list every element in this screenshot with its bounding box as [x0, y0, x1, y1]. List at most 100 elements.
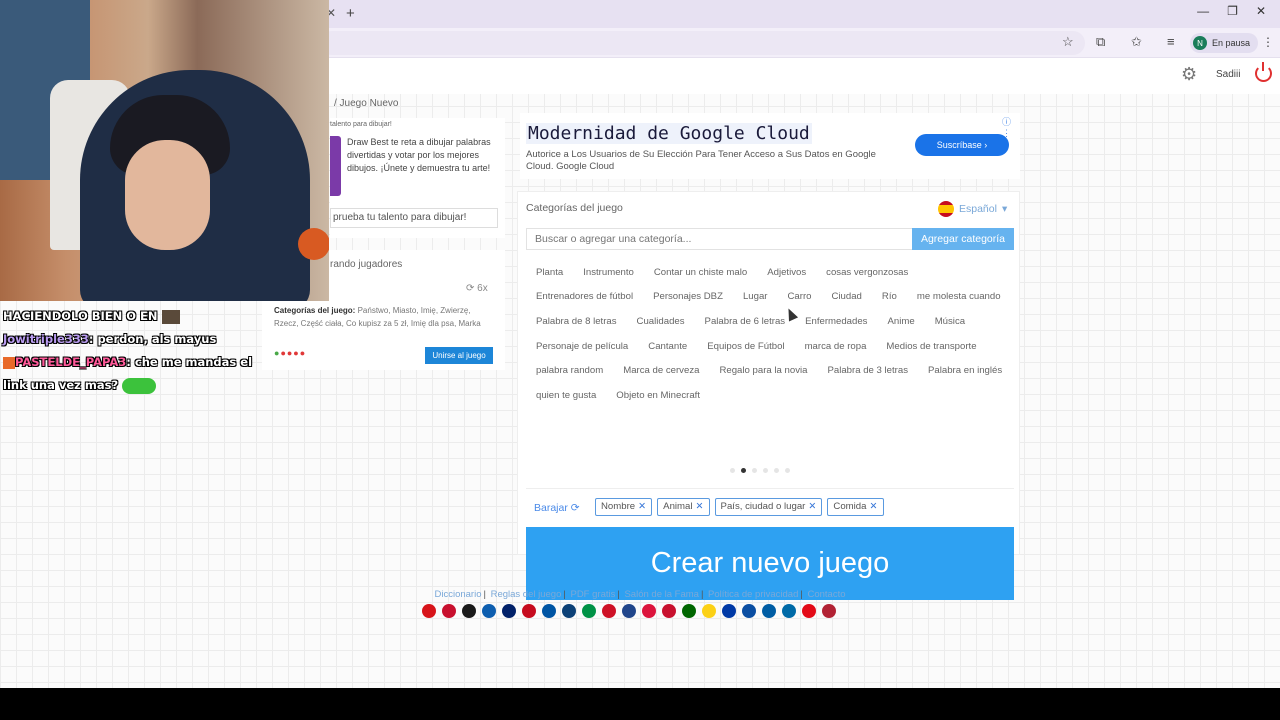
language-flag-icon[interactable]	[662, 604, 676, 618]
category-tag[interactable]: Palabra de 6 letras	[695, 316, 796, 327]
settings-gear-icon[interactable]: ⚙	[1181, 64, 1197, 85]
category-tag[interactable]: Palabra en inglés	[918, 365, 1012, 376]
category-tag[interactable]: Lugar	[733, 291, 778, 302]
ad-info-icon[interactable]: ⓘ ⋮	[1002, 115, 1020, 139]
join-game-button[interactable]: Unirse al juego	[425, 347, 493, 364]
pager-dot[interactable]	[785, 468, 790, 473]
chat-message: HACIENDOLO BIEN O EN	[3, 305, 253, 328]
category-tag[interactable]: palabra random	[526, 365, 613, 376]
language-flag-icon[interactable]	[602, 604, 616, 618]
category-tag[interactable]: Carro	[777, 291, 821, 302]
chat-message: Jowitriple333: perdon, als mayus	[3, 328, 253, 351]
footer-link-contact[interactable]: Contacto	[807, 589, 845, 600]
refresh-icon[interactable]: ⟳	[466, 283, 474, 294]
selected-chip: Animal ✕	[657, 498, 710, 516]
footer-link-hall-of-fame[interactable]: Salón de la Fama	[624, 589, 698, 600]
category-tag[interactable]: Planta	[526, 267, 573, 278]
category-search-input[interactable]	[526, 228, 914, 250]
footer-link-pdf[interactable]: PDF gratis	[570, 589, 615, 600]
favorites-icon[interactable]: ✩	[1131, 34, 1142, 50]
category-tag[interactable]: Personaje de película	[526, 341, 638, 352]
ad-subscribe-button[interactable]: Suscríbase ›	[915, 134, 1009, 156]
browser-menu-icon[interactable]: ⋮	[1262, 35, 1274, 49]
category-tag[interactable]: Cantante	[638, 341, 697, 352]
pager-dot[interactable]	[752, 468, 757, 473]
category-tag[interactable]: Música	[925, 316, 975, 327]
category-tag[interactable]: Entrenadores de fútbol	[526, 291, 643, 302]
language-flag-icon[interactable]	[502, 604, 516, 618]
pager-dot[interactable]	[730, 468, 735, 473]
category-tag[interactable]: Equipos de Fútbol	[697, 341, 794, 352]
profile-button[interactable]: N En pausa	[1190, 33, 1259, 53]
pager-dot[interactable]	[774, 468, 779, 473]
extensions-icon[interactable]: ⧉	[1096, 34, 1105, 50]
category-tag[interactable]: quien te gusta	[526, 390, 606, 401]
window-close-icon[interactable]: ✕	[1256, 4, 1266, 18]
language-flag-icon[interactable]	[442, 604, 456, 618]
spain-flag-icon	[938, 201, 954, 217]
category-tag[interactable]: Cualidades	[627, 316, 695, 327]
language-selector[interactable]: Español ▾	[938, 201, 1007, 217]
language-flag-icon[interactable]	[722, 604, 736, 618]
category-tag[interactable]: Medios de transporte	[876, 341, 986, 352]
category-tag[interactable]: cosas vergonzosas	[816, 267, 918, 278]
remove-chip-icon[interactable]: ✕	[696, 501, 704, 512]
language-flag-icon[interactable]	[622, 604, 636, 618]
ad-title[interactable]: Modernidad de Google Cloud	[526, 123, 812, 144]
language-flag-icon[interactable]	[742, 604, 756, 618]
remove-chip-icon[interactable]: ✕	[808, 501, 816, 512]
chip-label: Animal	[663, 501, 693, 512]
add-category-button[interactable]: Agregar categoría	[912, 228, 1014, 250]
bookmark-star-icon[interactable]: ☆	[1062, 34, 1074, 50]
language-flag-icon[interactable]	[782, 604, 796, 618]
promo-link[interactable]: prueba tu talento para dibujar!	[330, 208, 498, 228]
reading-list-icon[interactable]: ≡	[1167, 34, 1175, 49]
category-tag[interactable]: Palabra de 8 letras	[526, 316, 627, 327]
category-tag[interactable]: Regalo para la novia	[709, 365, 817, 376]
category-tag[interactable]: Adjetivos	[757, 267, 816, 278]
category-tag[interactable]: Ciudad	[821, 291, 871, 302]
language-flag-icon[interactable]	[522, 604, 536, 618]
footer-link-dictionary[interactable]: Diccionario	[434, 589, 481, 600]
language-flag-icon[interactable]	[822, 604, 836, 618]
language-flag-icon[interactable]	[562, 604, 576, 618]
language-flag-icon[interactable]	[542, 604, 556, 618]
category-tag[interactable]: Palabra de 3 letras	[817, 365, 918, 376]
language-flag-icon[interactable]	[702, 604, 716, 618]
players-panel-title: rando jugadores	[330, 259, 403, 270]
category-tag[interactable]: Río	[872, 291, 907, 302]
minimize-icon[interactable]: —	[1197, 4, 1209, 18]
category-tag[interactable]: Enfermedades	[795, 316, 877, 327]
ad-banner[interactable]: Modernidad de Google Cloud Autorice a Lo…	[520, 113, 1020, 179]
username[interactable]: Sadiii	[1216, 69, 1240, 80]
category-tag[interactable]: Contar un chiste malo	[644, 267, 757, 278]
remove-chip-icon[interactable]: ✕	[869, 501, 877, 512]
pager-dot[interactable]	[763, 468, 768, 473]
remove-chip-icon[interactable]: ✕	[638, 501, 646, 512]
language-flag-icon[interactable]	[582, 604, 596, 618]
category-tag[interactable]: Personajes DBZ	[643, 291, 733, 302]
pager-dot-active[interactable]	[741, 468, 746, 473]
footer-link-privacy[interactable]: Política de privacidad	[708, 589, 798, 600]
category-tag[interactable]: Objeto en Minecraft	[606, 390, 710, 401]
breadcrumb: / Juego Nuevo	[334, 98, 399, 109]
restore-icon[interactable]: ❐	[1227, 4, 1238, 18]
logout-power-icon[interactable]	[1255, 62, 1272, 82]
language-flag-icon[interactable]	[422, 604, 436, 618]
language-flag-icon[interactable]	[802, 604, 816, 618]
footer-link-rules[interactable]: Reglas del juego	[491, 589, 562, 600]
address-bar[interactable]	[320, 31, 1085, 55]
category-tag[interactable]: Instrumento	[573, 267, 644, 278]
language-flag-icon[interactable]	[642, 604, 656, 618]
category-tag[interactable]: marca de ropa	[795, 341, 877, 352]
category-tag[interactable]: Anime	[877, 316, 924, 327]
category-tag[interactable]: me molesta cuando	[907, 291, 1011, 302]
shuffle-button[interactable]: Barajar ⟳	[534, 502, 580, 514]
new-tab-button[interactable]: +	[346, 5, 355, 22]
language-flag-icon[interactable]	[462, 604, 476, 618]
draw-best-icon[interactable]	[330, 136, 341, 196]
language-flag-icon[interactable]	[482, 604, 496, 618]
language-flag-icon[interactable]	[682, 604, 696, 618]
category-tag[interactable]: Marca de cerveza	[613, 365, 709, 376]
language-flag-icon[interactable]	[762, 604, 776, 618]
